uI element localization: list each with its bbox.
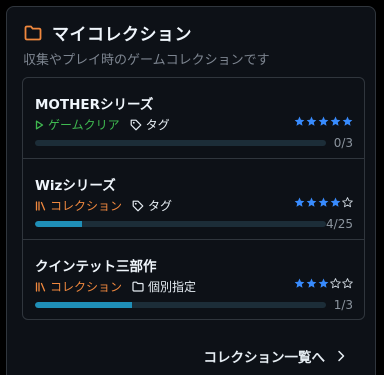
tag-row: コレクション 個別指定 [35,278,206,295]
collection-name[interactable]: クインテット三部作 [35,255,157,275]
status-tag: コレクション [35,278,122,295]
star-filled-icon [330,116,341,126]
rating-stars [294,278,353,289]
status-tag: ゲームクリア [35,116,120,133]
tag-chip-label: タグ [148,199,173,213]
progress-bar [35,140,326,146]
play-icon [35,120,44,129]
collection-item[interactable]: Wizシリーズ コレクション タグ 4/25 [23,159,364,240]
library-icon [35,200,46,211]
star-filled-icon [318,116,329,126]
folder-icon [132,281,144,292]
tag-row: ゲームクリア タグ [35,116,180,133]
tag-chip-label: タグ [145,118,170,132]
collection-name[interactable]: Wizシリーズ [35,174,116,194]
chevron-right-icon [338,350,345,362]
panel-header: マイコレクション [24,20,192,45]
star-filled-icon [306,278,317,288]
star-filled-icon [318,278,329,288]
panel-subtitle: 収集やプレイ時のゲームコレクションです [23,53,270,68]
view-all-collections-link[interactable]: コレクション一覧へ [204,346,346,366]
rating-stars [294,116,353,127]
star-empty-icon [342,197,353,208]
star-filled-icon [294,116,305,126]
collection-panel: マイコレクション 収集やプレイ時のゲームコレクションです MOTHERシリーズ … [6,6,376,375]
status-tag-label: ゲームクリア [48,118,120,132]
progress-bar [35,221,326,227]
star-filled-icon [330,197,341,207]
progress-count: 1/3 [333,298,353,312]
library-icon [35,281,46,292]
collection-name[interactable]: MOTHERシリーズ [35,93,153,113]
collection-item[interactable]: MOTHERシリーズ ゲームクリア タグ 0/3 [23,78,364,159]
panel-title: マイコレクション [52,25,192,45]
status-tag-label: コレクション [50,199,123,213]
star-filled-icon [306,116,317,126]
status-tag: コレクション [35,197,122,214]
rating-stars [294,197,353,208]
tag-chip[interactable]: 個別指定 [132,278,196,295]
star-filled-icon [342,116,353,126]
progress-fill [35,221,82,227]
status-tag-label: コレクション [50,280,123,294]
view-all-label[interactable]: コレクション一覧へ [204,346,326,366]
collection-item[interactable]: クインテット三部作 コレクション 個別指定 1/3 [23,240,364,319]
star-filled-icon [294,197,305,207]
star-filled-icon [306,197,317,207]
star-filled-icon [318,197,329,207]
progress-fill [35,302,132,308]
folder-icon [24,25,42,40]
tag-chip[interactable]: タグ [130,116,170,133]
tag-icon [130,119,142,130]
progress-bar [35,302,326,308]
tag-icon [132,200,144,211]
tag-chip[interactable]: タグ [132,197,172,214]
tag-row: コレクション タグ [35,197,182,214]
star-empty-icon [330,278,341,289]
progress-count: 0/3 [333,136,353,150]
star-empty-icon [342,278,353,289]
star-filled-icon [294,278,305,288]
collection-list: MOTHERシリーズ ゲームクリア タグ 0/3 Wizシリーズ コレクション … [22,77,365,320]
tag-chip-label: 個別指定 [148,280,197,294]
progress-count: 4/25 [326,217,353,231]
